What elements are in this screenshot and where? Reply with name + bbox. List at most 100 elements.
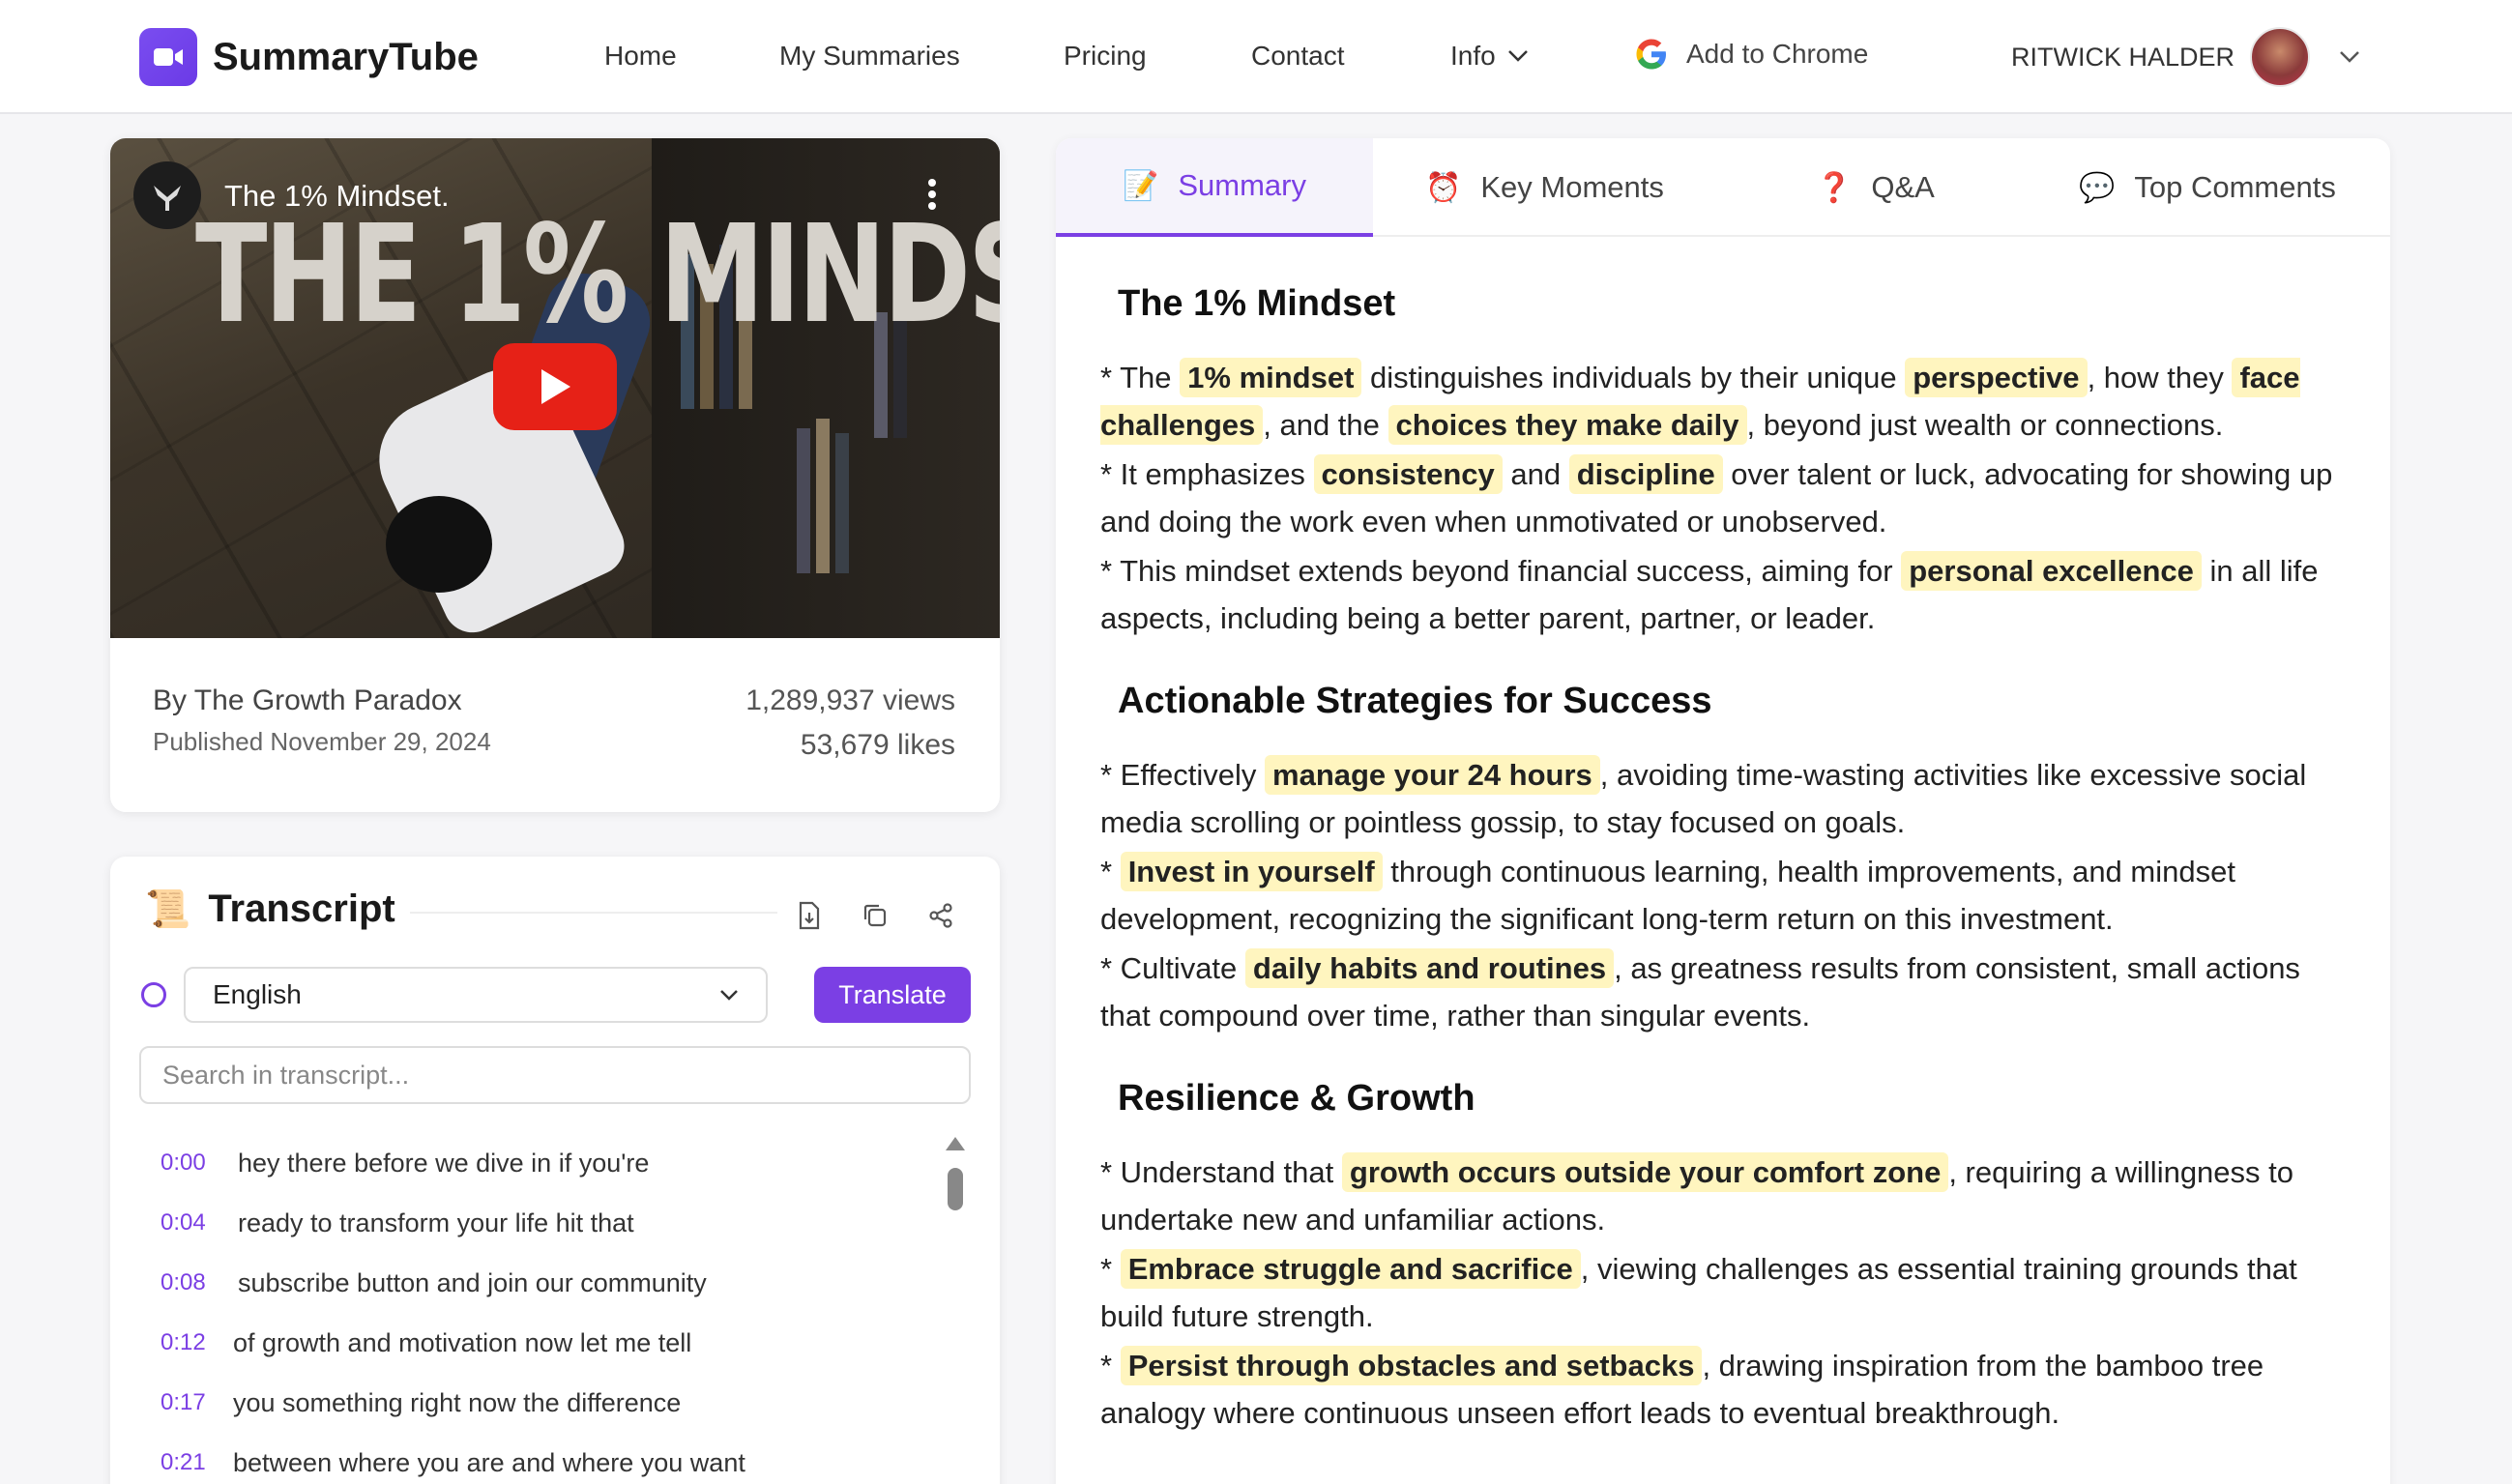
transcript-toolbar <box>793 899 957 932</box>
summary-panel: 📝 Summary ⏰ Key Moments ❓ Q&A 💬 Top Comm… <box>1056 138 2390 1484</box>
video-overlay-title[interactable]: The 1% Mindset. <box>224 179 450 214</box>
summary-bullet: * Persist through obstacles and setbacks… <box>1100 1342 2348 1437</box>
chevron-down-icon <box>1507 50 1528 62</box>
speech-bubble-icon: 💬 <box>2079 171 2116 204</box>
language-radio[interactable] <box>141 982 166 1007</box>
chevron-down-icon <box>720 990 738 1001</box>
summary-section: The 1% Mindset * The 1% mindset distingu… <box>1100 283 2348 642</box>
transcript-row[interactable]: 0:08 subscribe button and join our commun… <box>161 1253 934 1313</box>
timestamp[interactable]: 0:12 <box>161 1329 233 1356</box>
video-meta: By The Growth Paradox Published November… <box>153 684 491 757</box>
scrollbar-thumb[interactable] <box>948 1168 963 1210</box>
nav-info-dropdown[interactable]: Info <box>1450 41 1529 72</box>
nav-contact[interactable]: Contact <box>1251 41 1345 72</box>
copy-icon[interactable] <box>859 899 891 932</box>
scroll-up-arrow-icon[interactable] <box>946 1137 965 1150</box>
transcript-text: hey there before we dive in if you're <box>238 1148 650 1178</box>
timestamp[interactable]: 0:17 <box>161 1389 233 1416</box>
summary-bullet: * Cultivate daily habits and routines, a… <box>1100 945 2348 1039</box>
thumbnail-figure-head <box>386 496 492 593</box>
transcript-row[interactable]: 0:17 you something right now the differen… <box>161 1373 934 1433</box>
section-title: Resilience & Growth <box>1118 1078 1475 1119</box>
summary-content: The 1% Mindset * The 1% mindset distingu… <box>1100 283 2348 1475</box>
language-select[interactable]: English <box>184 967 768 1023</box>
highlight: personal excellence <box>1901 551 2202 591</box>
question-mark-icon: ❓ <box>1816 171 1853 204</box>
scroll-icon: 📜 <box>145 887 191 930</box>
video-card: THE 1% MINDSET The 1% Mindset. By The Gr… <box>110 138 1000 812</box>
add-to-chrome-button[interactable]: Add to Chrome <box>1634 37 1868 72</box>
brand-name: SummaryTube <box>213 35 479 78</box>
translate-button[interactable]: Translate <box>814 967 971 1023</box>
summary-section: Resilience & Growth * Understand that gr… <box>1100 1078 2348 1437</box>
highlight: Embrace struggle and sacrifice <box>1120 1249 1581 1289</box>
highlight: 1% mindset <box>1180 358 1362 397</box>
play-icon <box>541 369 570 404</box>
timestamp[interactable]: 0:08 <box>161 1269 238 1296</box>
tab-summary[interactable]: 📝 Summary <box>1056 138 1373 237</box>
chevron-down-icon <box>2340 51 2359 63</box>
tab-key-moments-label: Key Moments <box>1480 170 1664 204</box>
highlight: consistency <box>1313 454 1503 494</box>
channel-emblem-icon[interactable] <box>133 161 201 229</box>
like-count: 53,679 likes <box>800 729 955 761</box>
add-to-chrome-label: Add to Chrome <box>1686 39 1869 69</box>
user-menu[interactable]: RITWICK HALDER <box>2011 27 2360 87</box>
brand-logo[interactable]: SummaryTube <box>139 28 479 86</box>
timestamp[interactable]: 0:04 <box>161 1209 238 1237</box>
share-icon[interactable] <box>924 899 957 932</box>
transcript-title: Transcript <box>208 887 395 930</box>
nav-my-summaries[interactable]: My Summaries <box>779 41 960 72</box>
transcript-search-input[interactable] <box>139 1046 971 1104</box>
language-select-value: English <box>213 979 302 1009</box>
summary-bullet: * Invest in yourself through continuous … <box>1100 848 2348 943</box>
play-button[interactable] <box>493 343 617 430</box>
divider <box>410 912 777 914</box>
tab-key-moments[interactable]: ⏰ Key Moments <box>1425 138 1664 237</box>
transcript-text: of growth and motivation now let me tell <box>233 1327 692 1357</box>
download-icon[interactable] <box>793 899 826 932</box>
highlight: perspective <box>1905 358 2088 397</box>
view-count: 1,289,937 views <box>745 684 955 716</box>
summary-bullet: * Understand that growth occurs outside … <box>1100 1149 2348 1243</box>
transcript-text: you something right now the difference <box>233 1387 682 1417</box>
nav-info-label: Info <box>1450 41 1496 71</box>
transcript-row[interactable]: 0:00 hey there before we dive in if you'r… <box>161 1133 934 1193</box>
transcript-text: ready to transform your life hit that <box>238 1208 634 1237</box>
tab-top-comments[interactable]: 💬 Top Comments <box>2079 138 2336 237</box>
timestamp[interactable]: 0:21 <box>161 1449 233 1476</box>
avatar <box>2250 27 2311 87</box>
thumbnail-title-text: THE 1% MINDSET <box>195 196 1000 354</box>
video-camera-icon <box>139 28 197 86</box>
nav-home[interactable]: Home <box>604 41 677 72</box>
tab-bar: 📝 Summary ⏰ Key Moments ❓ Q&A 💬 Top Comm… <box>1056 138 2390 237</box>
tab-qa-label: Q&A <box>1871 170 1935 204</box>
transcript-row[interactable]: 0:04 ready to transform your life hit tha… <box>161 1193 934 1253</box>
nav-pricing[interactable]: Pricing <box>1064 41 1147 72</box>
summary-section: Actionable Strategies for Success * Effe… <box>1100 681 2348 1039</box>
more-options-icon[interactable] <box>926 177 938 217</box>
summary-bullet: * It emphasizes consistency and discipli… <box>1100 451 2348 545</box>
timestamp[interactable]: 0:00 <box>161 1149 238 1177</box>
published-date: Published November 29, 2024 <box>153 727 491 756</box>
channel-name: By The Growth Paradox <box>153 684 462 716</box>
google-icon <box>1636 39 1666 70</box>
transcript-text: subscribe button and join our community <box>238 1267 707 1297</box>
tab-qa[interactable]: ❓ Q&A <box>1816 138 1935 237</box>
highlight: growth occurs outside your comfort zone <box>1341 1152 1949 1192</box>
top-nav-bar: SummaryTube Home My Summaries Pricing Co… <box>0 0 2512 114</box>
transcript-row[interactable]: 0:21 between where you are and where you … <box>161 1433 934 1484</box>
video-player[interactable]: THE 1% MINDSET The 1% Mindset. <box>110 138 1000 638</box>
video-stats: 1,289,937 views 53,679 likes <box>745 684 955 762</box>
section-title: The 1% Mindset <box>1118 283 1396 324</box>
section-title: Actionable Strategies for Success <box>1118 681 1712 721</box>
user-name: RITWICK HALDER <box>2011 42 2235 72</box>
highlight: Persist through obstacles and setbacks <box>1120 1346 1703 1385</box>
highlight: Invest in yourself <box>1120 852 1383 891</box>
transcript-header: 📜 Transcript <box>145 887 395 931</box>
tab-top-comments-label: Top Comments <box>2134 170 2336 204</box>
transcript-list: 0:00 hey there before we dive in if you'r… <box>161 1133 934 1484</box>
summary-bullet: * The 1% mindset distinguishes individua… <box>1100 354 2348 449</box>
transcript-row[interactable]: 0:12 of growth and motivation now let me … <box>161 1313 934 1373</box>
summary-bullet: * Effectively manage your 24 hours, avoi… <box>1100 751 2348 846</box>
